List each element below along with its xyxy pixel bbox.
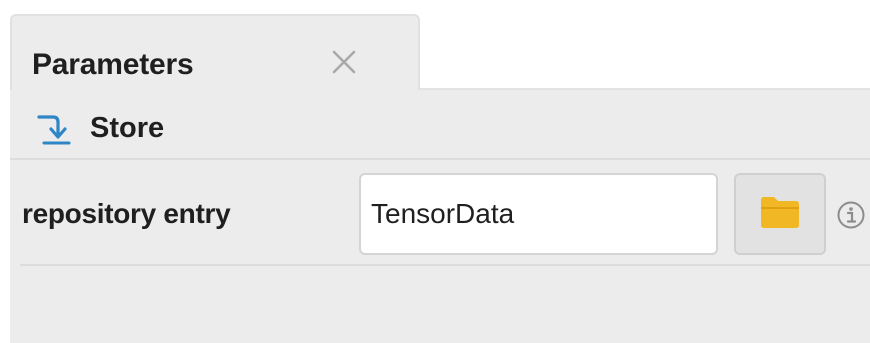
folder-icon [759, 194, 801, 235]
browse-repository-button[interactable] [734, 173, 826, 255]
operator-name: Store [90, 112, 165, 144]
tab-title: Parameters [32, 48, 194, 81]
close-icon[interactable] [326, 44, 362, 80]
parameters-panel: Parameters Store repository entry [10, 0, 870, 343]
info-icon[interactable] [836, 200, 866, 230]
store-arrow-icon [36, 110, 72, 146]
tab-strip: Parameters [10, 0, 870, 92]
parameters-content: Store repository entry [10, 90, 870, 343]
row-divider [20, 264, 870, 266]
operator-header: Store [10, 90, 870, 160]
parameter-row-repository-entry: repository entry [10, 160, 870, 264]
tab-parameters[interactable]: Parameters [10, 14, 420, 92]
parameter-label: repository entry [22, 198, 231, 229]
repository-entry-input[interactable] [359, 173, 718, 255]
